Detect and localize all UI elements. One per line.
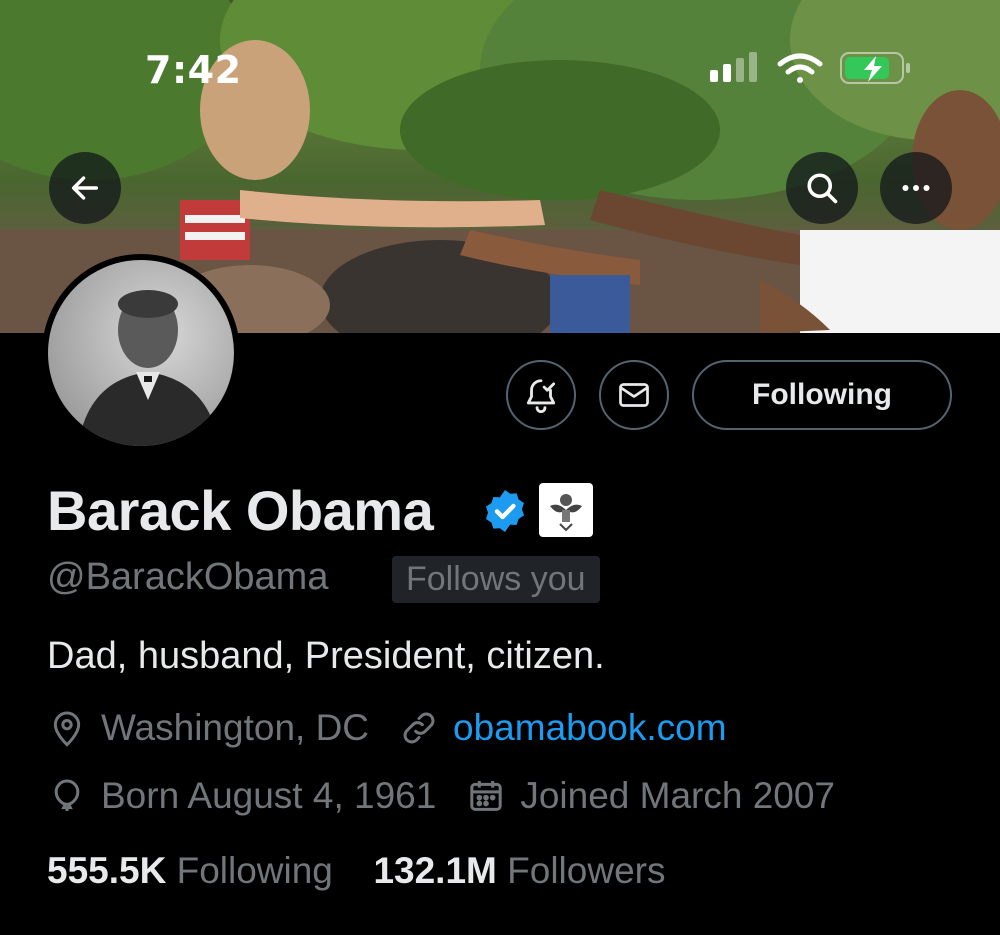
signal-icon <box>710 52 757 82</box>
profile-meta-row: Washington, DC obamabook.com <box>47 707 727 749</box>
search-button[interactable] <box>786 152 858 224</box>
wifi-icon <box>777 53 823 83</box>
arrow-left-icon <box>71 176 99 200</box>
back-button[interactable] <box>49 152 121 224</box>
profile-avatar[interactable] <box>42 254 240 452</box>
government-seal-icon[interactable] <box>539 483 593 537</box>
location-pin-icon <box>53 711 81 747</box>
profile-bio: Dad, husband, President, citizen. <box>47 635 605 677</box>
mail-icon <box>619 383 649 407</box>
notifications-button[interactable] <box>506 360 576 430</box>
followers-stat[interactable]: 132.1M Followers <box>373 850 665 891</box>
profile-website-link[interactable]: obamabook.com <box>453 707 727 749</box>
following-label: Following <box>176 850 333 891</box>
following-stat[interactable]: 555.5K Following <box>47 850 333 891</box>
message-button[interactable] <box>599 360 669 430</box>
more-options-button[interactable] <box>880 152 952 224</box>
profile-birthday: Born August 4, 1961 <box>101 775 437 816</box>
ellipsis-icon <box>902 185 930 191</box>
followers-count: 132.1M <box>373 850 497 891</box>
profile-name: Barack Obama <box>47 479 434 542</box>
profile-joined-date: Joined March 2007 <box>520 775 836 816</box>
profile-location: Washington, DC <box>101 707 370 748</box>
profile-meta-row: Born August 4, 1961 Joined March 2007 <box>47 775 835 817</box>
profile-stats: 555.5K Following 132.1M Followers <box>47 850 665 892</box>
following-button[interactable]: Following <box>692 360 952 430</box>
following-count: 555.5K <box>47 850 167 891</box>
follows-you-badge: Follows you <box>392 556 600 603</box>
link-icon <box>403 712 435 744</box>
status-bar-time: 7:42 <box>145 48 242 92</box>
status-bar-icons <box>710 52 910 84</box>
search-icon <box>807 173 838 204</box>
verified-badge-icon[interactable] <box>481 487 529 535</box>
bell-check-icon <box>526 379 556 414</box>
avatar-photo <box>78 290 220 446</box>
battery-charging-icon <box>840 52 910 84</box>
calendar-icon <box>470 781 502 811</box>
profile-handle: @BarackObama <box>47 556 329 598</box>
balloon-icon <box>54 779 80 811</box>
followers-label: Followers <box>507 850 666 891</box>
